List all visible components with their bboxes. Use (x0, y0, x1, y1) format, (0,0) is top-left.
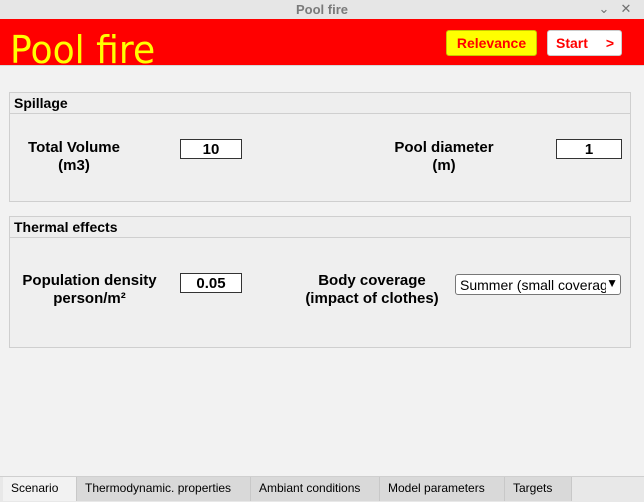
tab-thermodynamic-properties-label: Thermodynamic. properties (85, 481, 232, 495)
tab-ambiant-conditions[interactable]: Ambiant conditions (251, 477, 380, 501)
body-coverage-select[interactable]: Summer (small coverage) ▼ (455, 274, 621, 295)
start-button[interactable]: Start > (547, 30, 622, 56)
tab-scenario[interactable]: Scenario (3, 477, 77, 501)
spillage-panel-title: Spillage (10, 93, 630, 114)
body-coverage-label: Body coverage (impact of clothes) (297, 272, 447, 308)
pool-diameter-input[interactable]: 1 (556, 139, 622, 159)
minimize-icon[interactable]: ⌄ (596, 1, 612, 17)
app-header: Pool fire Relevance Start > (0, 19, 644, 72)
tab-bar: Scenario Thermodynamic. properties Ambia… (0, 476, 644, 502)
body-coverage-label-line2: (impact of clothes) (305, 290, 439, 307)
tab-thermodynamic-properties[interactable]: Thermodynamic. properties (77, 477, 251, 501)
tab-targets[interactable]: Targets (505, 477, 572, 501)
tab-model-parameters[interactable]: Model parameters (380, 477, 505, 501)
total-volume-label: Total Volume (m3) (14, 139, 134, 175)
relevance-button-label: Relevance (456, 35, 527, 51)
start-arrow-icon: > (605, 35, 614, 51)
thermal-effects-panel-title: Thermal effects (10, 217, 630, 238)
population-density-label-line2: person/m² (53, 290, 126, 307)
close-icon[interactable]: ✕ (618, 1, 634, 17)
total-volume-label-line2: (m3) (58, 157, 90, 174)
body-coverage-label-line1: Body coverage (318, 272, 426, 289)
population-density-label: Population density person/m² (12, 272, 167, 308)
window-titlebar: Pool fire ⌄ ✕ (0, 0, 644, 20)
relevance-button[interactable]: Relevance (446, 30, 537, 56)
pool-diameter-label: Pool diameter (m) (384, 139, 504, 175)
tab-targets-label: Targets (513, 481, 553, 495)
window-title: Pool fire (295, 2, 348, 17)
dropdown-caret-icon: ▼ (606, 276, 618, 290)
body-coverage-selected: Summer (small coverage) (460, 277, 606, 293)
total-volume-label-line1: Total Volume (28, 139, 120, 156)
tab-model-parameters-label: Model parameters (388, 481, 485, 495)
population-density-input[interactable]: 0.05 (180, 273, 242, 293)
pool-diameter-label-line1: Pool diameter (394, 139, 494, 156)
start-button-label: Start (556, 35, 588, 51)
pool-diameter-label-line2: (m) (432, 157, 456, 174)
total-volume-input[interactable]: 10 (180, 139, 242, 159)
population-density-label-line1: Population density (22, 272, 157, 289)
tab-scenario-label: Scenario (11, 481, 59, 495)
tab-ambiant-conditions-label: Ambiant conditions (259, 481, 361, 495)
